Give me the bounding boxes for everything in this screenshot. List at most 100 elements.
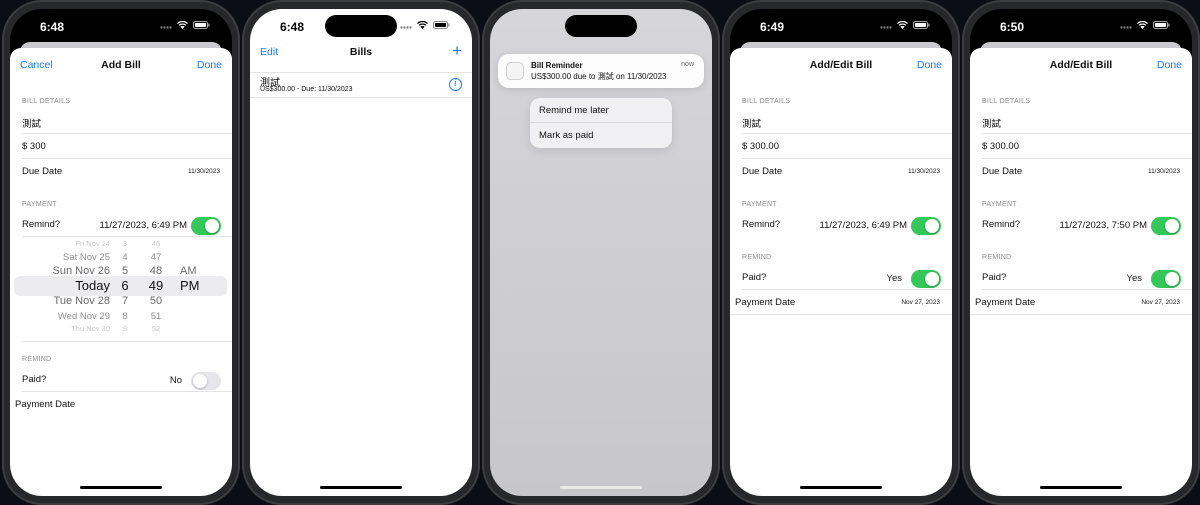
status-bar: 6:48 xyxy=(250,9,472,43)
section-header-payment: PAYMENT xyxy=(742,201,777,208)
date-time-picker[interactable]: Fri Nov 24 3 46 Sat Nov 25 4 47 Sun Nov 26 5 48 A… xyxy=(10,237,232,341)
due-date-value[interactable]: 11/30/2023 xyxy=(908,168,940,175)
battery-icon xyxy=(433,21,450,29)
status-bar: 6:50 xyxy=(970,9,1192,43)
picker-hour: 7 xyxy=(121,295,129,307)
remind-label: Remind? xyxy=(982,219,1021,230)
paid-row: Paid? Yes xyxy=(742,265,952,290)
home-indicator[interactable] xyxy=(800,486,882,489)
picker-day: Fri Nov 24 xyxy=(75,239,110,248)
remind-toggle[interactable] xyxy=(191,217,221,235)
phone-notification: Bill Reminder US$300.00 due to 測試 on 11/… xyxy=(482,0,720,505)
picker-row[interactable]: Thu Nov 30 9 52 xyxy=(10,324,232,333)
phone-edit-bill-updated: 6:50 Add/Edit Bill Done BILL DETAILS 測試 … xyxy=(962,0,1200,505)
remind-later-action[interactable]: Remind me later xyxy=(530,98,672,123)
picker-hour: 9 xyxy=(122,324,128,333)
section-header-bill-details: BILL DETAILS xyxy=(22,98,71,105)
picker-ampm xyxy=(172,239,212,248)
bill-name-field[interactable]: 測試 xyxy=(742,109,952,134)
navbar: Add/Edit Bill Done xyxy=(970,48,1192,81)
due-date-row[interactable]: Due Date 11/30/2023 xyxy=(982,159,1192,184)
payment-date-row[interactable]: Payment Date Nov 27, 2023 xyxy=(730,290,952,315)
picker-row[interactable]: Wed Nov 29 8 51 xyxy=(10,311,232,322)
due-date-value[interactable]: 11/30/2023 xyxy=(188,168,220,175)
remind-row: Remind? 11/27/2023, 6:49 PM xyxy=(22,212,232,237)
payment-date-value[interactable]: Nov 27, 2023 xyxy=(901,299,940,306)
amount-value: $ 300 xyxy=(22,141,46,152)
screen: 6:49 Add/Edit Bill Done BILL DETAILS 測試 … xyxy=(730,9,952,496)
picker-row[interactable]: Sat Nov 25 4 47 xyxy=(10,252,232,263)
home-indicator[interactable] xyxy=(320,486,402,489)
payment-date-row[interactable]: Payment Date xyxy=(10,392,232,417)
due-date-value[interactable]: 11/30/2023 xyxy=(1148,168,1180,175)
screen: Bill Reminder US$300.00 due to 測試 on 11/… xyxy=(490,9,712,496)
payment-date-label: Payment Date xyxy=(735,297,796,308)
mark-paid-action[interactable]: Mark as paid xyxy=(530,123,672,148)
paid-row: Paid? No xyxy=(22,367,232,392)
picker-minute: 49 xyxy=(148,278,164,293)
picker-day: Wed Nov 29 xyxy=(57,311,110,322)
remind-toggle[interactable] xyxy=(1151,217,1181,235)
picker-day: Sat Nov 25 xyxy=(63,252,110,263)
amount-field[interactable]: $ 300.00 xyxy=(742,134,952,159)
picker-row[interactable]: Today 6 49 PM xyxy=(10,278,232,293)
done-button[interactable]: Done xyxy=(197,59,222,71)
status-time: 6:48 xyxy=(40,20,65,34)
bill-name-field[interactable]: 測試 xyxy=(982,109,1192,134)
wifi-icon xyxy=(417,21,428,29)
due-date-row[interactable]: Due Date 11/30/2023 xyxy=(22,159,232,184)
remind-datetime[interactable]: 11/27/2023, 6:49 PM xyxy=(820,220,908,231)
picker-row[interactable]: Tue Nov 28 7 50 xyxy=(10,295,232,307)
info-icon[interactable]: i xyxy=(449,78,462,91)
remind-datetime[interactable]: 11/27/2023, 7:50 PM xyxy=(1060,220,1148,231)
amount-value: $ 300.00 xyxy=(742,141,779,152)
done-button[interactable]: Done xyxy=(1157,59,1182,71)
add-bill-button[interactable]: + xyxy=(452,41,462,61)
picker-ampm xyxy=(172,252,212,263)
section-header-remind: REMIND xyxy=(742,254,772,261)
paid-toggle[interactable] xyxy=(1151,270,1181,288)
paid-value: No xyxy=(169,375,182,386)
battery-icon xyxy=(193,21,210,29)
home-indicator[interactable] xyxy=(1040,486,1122,489)
picker-row[interactable]: Fri Nov 24 3 46 xyxy=(10,239,232,248)
picker-row[interactable]: Sun Nov 26 5 48 AM xyxy=(10,265,232,277)
paid-toggle[interactable] xyxy=(911,270,941,288)
notification-title: Bill Reminder xyxy=(531,61,583,70)
bill-list-item[interactable]: 測試 US$300.00 - Due: 11/30/2023 i xyxy=(250,72,472,98)
home-indicator[interactable] xyxy=(80,486,162,489)
phone-bills-list: 6:48 Edit Bills + 測試 US$300.00 - Due: 11… xyxy=(242,0,480,505)
bill-name-value: 測試 xyxy=(22,119,42,130)
due-date-label: Due Date xyxy=(982,166,1023,177)
due-date-row[interactable]: Due Date 11/30/2023 xyxy=(742,159,952,184)
picker-minute: 47 xyxy=(150,252,162,263)
picker-minute: 51 xyxy=(150,311,162,322)
dynamic-island xyxy=(325,15,397,37)
bill-item-subtitle: US$300.00 - Due: 11/30/2023 xyxy=(260,86,353,93)
wifi-icon xyxy=(1137,21,1148,29)
paid-label: Paid? xyxy=(982,272,1007,283)
navbar: Edit Bills + xyxy=(250,41,472,72)
home-indicator[interactable] xyxy=(560,486,642,489)
paid-toggle[interactable] xyxy=(191,372,221,390)
screen: 6:48 Cancel Add Bill Done BILL DETAILS 測… xyxy=(10,9,232,496)
notification-banner[interactable]: Bill Reminder US$300.00 due to 測試 on 11/… xyxy=(498,54,704,88)
payment-date-value[interactable]: Nov 27, 2023 xyxy=(1141,299,1180,306)
screen: 6:50 Add/Edit Bill Done BILL DETAILS 測試 … xyxy=(970,9,1192,496)
nav-title: Bills xyxy=(349,46,373,58)
section-header-payment: PAYMENT xyxy=(982,201,1017,208)
bill-name-field[interactable]: 測試 xyxy=(22,109,232,134)
edit-bill-sheet: Add/Edit Bill Done BILL DETAILS 測試 $ 300… xyxy=(970,48,1192,496)
bill-name-value: 測試 xyxy=(982,119,1002,130)
notification-body: US$300.00 due to 測試 on 11/30/2023 xyxy=(531,72,667,81)
edit-bill-sheet: Add/Edit Bill Done BILL DETAILS 測試 $ 300… xyxy=(730,48,952,496)
paid-label: Paid? xyxy=(742,272,767,283)
done-button[interactable]: Done xyxy=(917,59,942,71)
payment-date-row[interactable]: Payment Date Nov 27, 2023 xyxy=(970,290,1192,315)
remind-toggle[interactable] xyxy=(911,217,941,235)
remind-datetime[interactable]: 11/27/2023, 6:49 PM xyxy=(100,220,188,231)
amount-field[interactable]: $ 300.00 xyxy=(982,134,1192,159)
section-header-bill-details: BILL DETAILS xyxy=(742,98,791,105)
cellular-icon xyxy=(160,25,172,29)
amount-field[interactable]: $ 300 xyxy=(22,134,232,159)
